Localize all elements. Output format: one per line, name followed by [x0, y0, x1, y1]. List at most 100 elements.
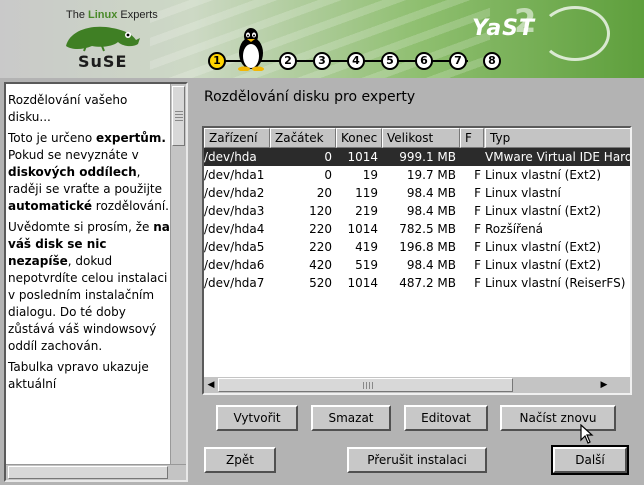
- step-8: 8: [483, 52, 501, 70]
- partition-table[interactable]: Zařízení Začátek Konec Velikost F Typ /dev/hd…: [202, 126, 632, 395]
- cell-end: 419: [355, 240, 378, 254]
- cell-end: 119: [355, 186, 378, 200]
- step-1: 1: [208, 52, 226, 70]
- table-row[interactable]: /dev/hda4 220 1014 782.5 MB F Rozšířená: [204, 220, 630, 238]
- table-horizontal-scrollbar[interactable]: ◀ ▶: [204, 377, 630, 393]
- help-text-run: rozdělování.: [91, 199, 169, 213]
- cell-end: 1014: [347, 222, 378, 236]
- cell-device: /dev/hda: [204, 150, 257, 164]
- yast-swirl-icon: [540, 6, 610, 61]
- cell-size: 782.5 MB: [399, 222, 456, 236]
- column-header-start[interactable]: Začátek: [270, 128, 336, 148]
- help-paragraph-4: Tabulka vpravo ukazuje aktuální: [8, 360, 149, 391]
- step-2: 2: [279, 52, 297, 70]
- table-row[interactable]: /dev/hda 0 1014 999.1 MB VMware Virtual IDE …: [204, 148, 632, 166]
- scroll-left-arrow-icon[interactable]: ◀: [204, 378, 218, 392]
- cell-end: 1014: [347, 150, 378, 164]
- cell-size: 19.7 MB: [406, 168, 456, 182]
- cell-f: F: [474, 258, 481, 272]
- brand-prefix: The: [66, 9, 89, 21]
- table-row[interactable]: /dev/hda1 0 19 19.7 MB F Linux vlastní (Ext2): [204, 166, 630, 184]
- cell-f: F: [474, 276, 481, 290]
- cell-start: 20: [316, 186, 332, 200]
- column-header-size[interactable]: Velikost: [382, 128, 460, 148]
- help-horizontal-scroll-thumb[interactable]: [8, 466, 168, 479]
- step-7: 7: [449, 52, 467, 70]
- cell-type: Linux vlastní (ReiserFS): [485, 276, 626, 290]
- cell-start: 0: [324, 168, 332, 182]
- cell-start: 120: [309, 204, 332, 218]
- help-paragraph-2: Toto je určeno expertům. Pokud se nevyzn…: [8, 130, 172, 215]
- step-5: 5: [381, 52, 399, 70]
- help-text-run: Pokud se nevyznáte v: [8, 148, 139, 162]
- cell-device: /dev/hda1: [204, 168, 265, 182]
- step-4: 4: [347, 52, 365, 70]
- table-row[interactable]: /dev/hda7 520 1014 487.2 MB F Linux vlastní (…: [204, 274, 630, 292]
- mouse-cursor-icon: [580, 424, 594, 444]
- page-title: Rozdělování disku pro experty: [204, 89, 416, 105]
- cell-f: F: [474, 186, 481, 200]
- cell-size: 98.4 MB: [406, 204, 456, 218]
- table-scroll-thumb[interactable]: [218, 378, 513, 392]
- cell-start: 0: [324, 150, 332, 164]
- cell-device: /dev/hda4: [204, 222, 265, 236]
- help-vertical-scrollbar[interactable]: [170, 84, 186, 464]
- cell-f: F: [474, 204, 481, 218]
- cell-start: 220: [309, 222, 332, 236]
- yast-logo-word: YaST: [472, 16, 536, 41]
- column-header-f[interactable]: F: [460, 128, 484, 148]
- help-panel[interactable]: Rozdělování vašeho disku... Toto je urče…: [4, 82, 188, 482]
- cell-type: VMware Virtual IDE Hard Drive: [485, 150, 632, 164]
- cell-device: /dev/hda7: [204, 276, 265, 290]
- cell-device: /dev/hda3: [204, 204, 265, 218]
- cell-device: /dev/hda2: [204, 186, 265, 200]
- cell-device: /dev/hda6: [204, 258, 265, 272]
- next-button[interactable]: Další: [551, 445, 629, 475]
- cell-type: Linux vlastní (Ext2): [485, 204, 602, 218]
- help-paragraph-1: Rozdělování vašeho disku...: [8, 93, 128, 124]
- cell-end: 19: [362, 168, 378, 182]
- cell-end: 1014: [347, 276, 378, 290]
- delete-button[interactable]: Smazat: [311, 405, 391, 431]
- column-header-device[interactable]: Zařízení: [204, 128, 270, 148]
- back-button[interactable]: Zpět: [204, 447, 276, 473]
- cell-type: Linux vlastní: [485, 186, 561, 200]
- table-row[interactable]: /dev/hda6 420 519 98.4 MB F Linux vlastní (Ex…: [204, 256, 630, 274]
- chameleon-logo-icon: [66, 26, 140, 52]
- table-header: Zařízení Začátek Konec Velikost F Typ: [204, 128, 630, 148]
- cell-device: /dev/hda5: [204, 240, 265, 254]
- scroll-right-arrow-icon[interactable]: ▶: [597, 378, 611, 392]
- help-emphasis: expertům.: [96, 131, 166, 145]
- cell-type: Linux vlastní (Ext2): [485, 258, 602, 272]
- help-text-run: , dokud nepotvrdíte celou instalaci v po…: [8, 254, 168, 353]
- step-3: 3: [313, 52, 331, 70]
- reload-button[interactable]: Načíst znovu: [500, 405, 616, 431]
- cell-f: F: [474, 168, 481, 182]
- help-emphasis: automatické: [8, 199, 92, 213]
- step-6: 6: [415, 52, 433, 70]
- create-button[interactable]: Vytvořit: [216, 405, 298, 431]
- cell-type: Linux vlastní (Ext2): [485, 240, 602, 254]
- cell-start: 420: [309, 258, 332, 272]
- cell-end: 219: [355, 204, 378, 218]
- table-row[interactable]: /dev/hda5 220 419 196.8 MB F Linux vlastní (E…: [204, 238, 630, 256]
- cell-start: 520: [309, 276, 332, 290]
- help-emphasis: diskových oddílech: [8, 165, 137, 179]
- help-horizontal-scrollbar[interactable]: [6, 464, 186, 480]
- brand-tagline: The Linux Experts: [66, 9, 158, 21]
- edit-button[interactable]: Editovat: [404, 405, 488, 431]
- table-row[interactable]: /dev/hda2 20 119 98.4 MB F Linux vlastní: [204, 184, 630, 202]
- cell-size: 196.8 MB: [399, 240, 456, 254]
- column-header-type[interactable]: Typ: [485, 128, 630, 148]
- help-text: Rozdělování vašeho disku... Toto je urče…: [8, 92, 172, 397]
- cell-type: Rozšířená: [485, 222, 544, 236]
- cell-f: F: [474, 222, 481, 236]
- abort-installation-button[interactable]: Přerušit instalaci: [347, 447, 487, 473]
- cell-type: Linux vlastní (Ext2): [485, 168, 602, 182]
- column-header-end[interactable]: Konec: [336, 128, 382, 148]
- cell-size: 98.4 MB: [406, 186, 456, 200]
- tux-penguin-icon: [238, 28, 264, 71]
- help-vertical-scroll-thumb[interactable]: [172, 86, 185, 146]
- table-row[interactable]: /dev/hda3 120 219 98.4 MB F Linux vlastní (Ex…: [204, 202, 630, 220]
- help-paragraph-3: Uvědomte si prosím, že na váš disk se ni…: [8, 219, 172, 355]
